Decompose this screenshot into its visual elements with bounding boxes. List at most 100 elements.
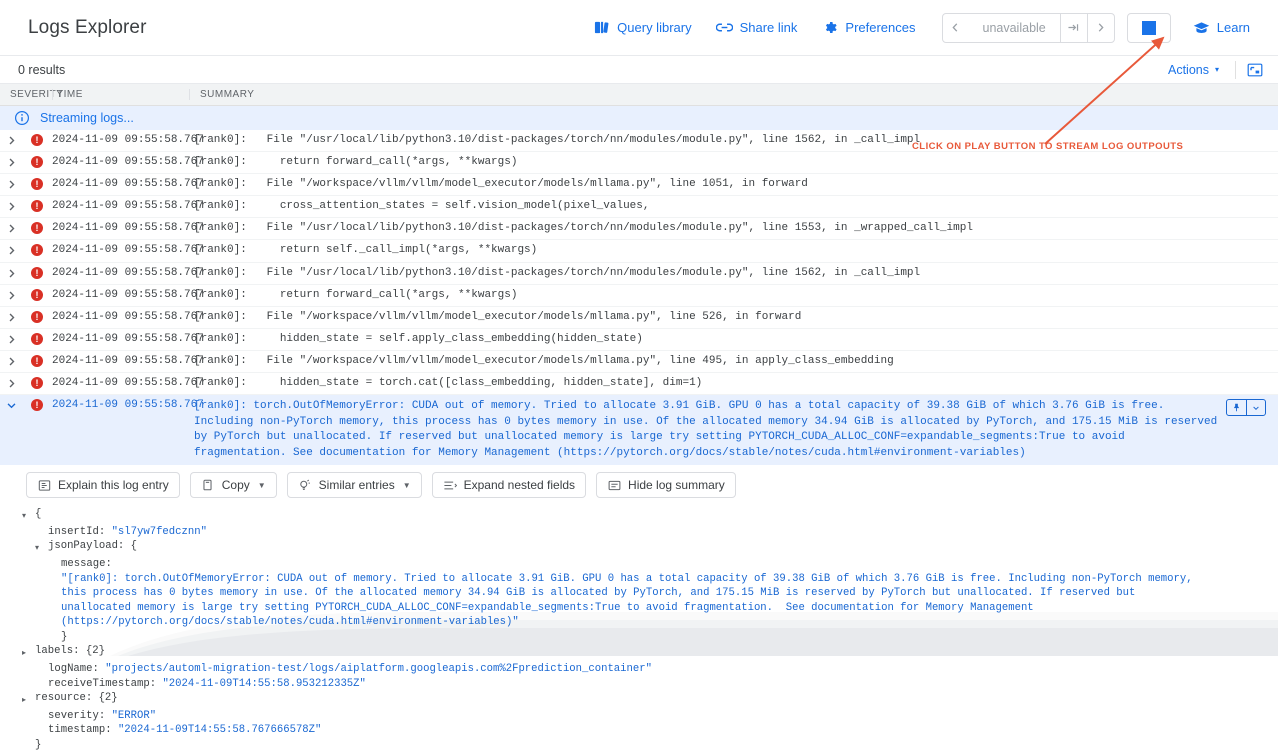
error-icon: !: [31, 333, 43, 345]
json-key-logname: logName:: [48, 662, 99, 677]
table-row[interactable]: !2024-11-09 09:55:58.767[rank0]: File "/…: [0, 263, 1278, 285]
json-payload-close-brace: }: [61, 630, 67, 645]
json-expand-toggle-resource[interactable]: [22, 691, 35, 709]
json-value-timestamp: "2024-11-09T14:55:58.767666578Z": [118, 723, 321, 738]
row-time: 2024-11-09 09:55:58.767: [52, 373, 184, 389]
stop-stream-button[interactable]: [1127, 13, 1171, 43]
table-row[interactable]: !2024-11-09 09:55:58.767[rank0]: hidden_…: [0, 329, 1278, 351]
expand-nested-fields-button[interactable]: Expand nested fields: [432, 472, 586, 498]
results-bar: 0 results Actions ▾: [0, 56, 1278, 84]
expand-row-chevron-icon[interactable]: [0, 240, 22, 256]
row-time: 2024-11-09 09:55:58.767: [52, 351, 184, 367]
hide-summary-icon: [607, 478, 621, 492]
table-row[interactable]: !2024-11-09 09:55:58.767[rank0]: cross_a…: [0, 196, 1278, 218]
prev-page-button[interactable]: [943, 14, 969, 42]
expand-row-chevron-icon[interactable]: [0, 351, 22, 367]
severity-indicator: !: [22, 152, 52, 168]
json-value-labels: {2}: [86, 644, 105, 659]
row-summary: [rank0]: cross_attention_states = self.v…: [184, 196, 1278, 216]
query-library-button[interactable]: Query library: [581, 13, 703, 42]
expand-row-chevron-icon[interactable]: [0, 174, 22, 190]
copy-button[interactable]: Copy ▼: [190, 472, 277, 498]
severity-indicator: !: [22, 263, 52, 279]
expand-row-chevron-icon[interactable]: [0, 373, 22, 389]
similar-entries-label: Similar entries: [319, 478, 395, 492]
json-expand-toggle-labels[interactable]: [22, 644, 35, 662]
jump-to-end-button[interactable]: [1061, 14, 1087, 42]
row-summary: [rank0]: File "/usr/local/lib/python3.10…: [184, 218, 1278, 238]
query-library-label: Query library: [617, 20, 691, 35]
expand-row-chevron-icon[interactable]: [0, 263, 22, 279]
severity-indicator: !: [22, 351, 52, 367]
expand-row-chevron-icon[interactable]: [0, 285, 22, 301]
row-pin-group: [1226, 399, 1266, 416]
row-time: 2024-11-09 09:55:58.767: [52, 240, 184, 256]
row-summary: [rank0]: File "/workspace/vllm/vllm/mode…: [184, 351, 1278, 371]
explain-label: Explain this log entry: [58, 478, 169, 492]
table-row[interactable]: !2024-11-09 09:55:58.767[rank0]: File "/…: [0, 218, 1278, 240]
collapse-row-chevron-icon[interactable]: [0, 395, 22, 411]
error-icon: !: [31, 267, 43, 279]
json-key-receivetimestamp: receiveTimestamp:: [48, 677, 156, 692]
results-count: 0 results: [18, 63, 65, 77]
table-row[interactable]: !2024-11-09 09:55:58.767[rank0]: File "/…: [0, 307, 1278, 329]
expand-row-chevron-icon[interactable]: [0, 196, 22, 212]
json-collapse-toggle-jsonpayload[interactable]: [35, 539, 48, 557]
table-row[interactable]: !2024-11-09 09:55:58.767[rank0]: return …: [0, 240, 1278, 262]
table-row[interactable]: !2024-11-09 09:55:58.767[rank0]: hidden_…: [0, 373, 1278, 395]
pin-icon[interactable]: [1227, 399, 1246, 416]
expand-row-chevron-icon[interactable]: [0, 152, 22, 168]
copy-label: Copy: [222, 478, 250, 492]
chevron-down-icon: ▼: [258, 481, 266, 490]
next-page-button[interactable]: [1088, 14, 1114, 42]
link-icon: [716, 19, 733, 36]
expanded-row-time: 2024-11-09 09:55:58.767: [52, 395, 184, 411]
column-header-summary: SUMMARY: [189, 89, 1278, 100]
expanded-log-row[interactable]: ! 2024-11-09 09:55:58.767 [rank0]: torch…: [0, 395, 1278, 465]
json-root-close: }: [22, 738, 1278, 753]
chevron-down-icon: ▾: [1215, 65, 1219, 74]
graduation-cap-icon: [1193, 19, 1210, 36]
row-summary: [rank0]: return forward_call(*args, **kw…: [184, 152, 1278, 172]
json-collapse-toggle-root[interactable]: [22, 507, 35, 525]
error-icon: !: [31, 178, 43, 190]
row-time: 2024-11-09 09:55:58.767: [52, 174, 184, 190]
expand-nested-label: Expand nested fields: [464, 478, 575, 492]
expand-panel-button[interactable]: [1246, 61, 1264, 79]
json-field-message: message:: [22, 557, 1278, 572]
copy-icon: [201, 478, 215, 492]
severity-indicator: !: [22, 196, 52, 212]
preferences-button[interactable]: Preferences: [809, 13, 927, 42]
actions-label: Actions: [1168, 63, 1209, 77]
table-row[interactable]: !2024-11-09 09:55:58.767[rank0]: File "/…: [0, 174, 1278, 196]
row-menu-chevron-down-icon[interactable]: [1246, 399, 1265, 416]
pagination-group: unavailable: [942, 13, 1115, 43]
severity-indicator: !: [22, 130, 52, 146]
json-key-resource: resource:: [35, 691, 92, 706]
expand-row-chevron-icon[interactable]: [0, 307, 22, 323]
error-icon: !: [31, 134, 43, 146]
chevron-down-icon: ▼: [403, 481, 411, 490]
log-rows-container: !2024-11-09 09:55:58.767[rank0]: File "/…: [0, 130, 1278, 395]
row-summary: [rank0]: File "/workspace/vllm/vllm/mode…: [184, 307, 1278, 327]
share-link-button[interactable]: Share link: [704, 13, 810, 42]
expand-row-chevron-icon[interactable]: [0, 218, 22, 234]
toolbar-divider: [1235, 61, 1236, 79]
hide-log-summary-button[interactable]: Hide log summary: [596, 472, 736, 498]
expand-row-chevron-icon[interactable]: [0, 130, 22, 146]
json-field-resource: resource: {2}: [22, 691, 1278, 709]
similar-entries-button[interactable]: Similar entries ▼: [287, 472, 422, 498]
error-icon: !: [31, 399, 43, 411]
actions-menu-button[interactable]: Actions ▾: [1162, 60, 1225, 80]
header-actions: Query library Share link Preferences: [581, 13, 1262, 43]
table-row[interactable]: !2024-11-09 09:55:58.767[rank0]: return …: [0, 285, 1278, 307]
table-row[interactable]: !2024-11-09 09:55:58.767[rank0]: return …: [0, 152, 1278, 174]
row-time: 2024-11-09 09:55:58.767: [52, 196, 184, 212]
expand-row-chevron-icon[interactable]: [0, 329, 22, 345]
learn-button[interactable]: Learn: [1181, 13, 1262, 42]
explain-log-entry-button[interactable]: Explain this log entry: [26, 472, 180, 498]
table-row[interactable]: !2024-11-09 09:55:58.767[rank0]: File "/…: [0, 351, 1278, 373]
json-field-timestamp: timestamp: "2024-11-09T14:55:58.76766657…: [22, 723, 1278, 738]
json-value-severity: "ERROR": [112, 709, 157, 724]
streaming-status-row: Streaming logs...: [0, 106, 1278, 130]
